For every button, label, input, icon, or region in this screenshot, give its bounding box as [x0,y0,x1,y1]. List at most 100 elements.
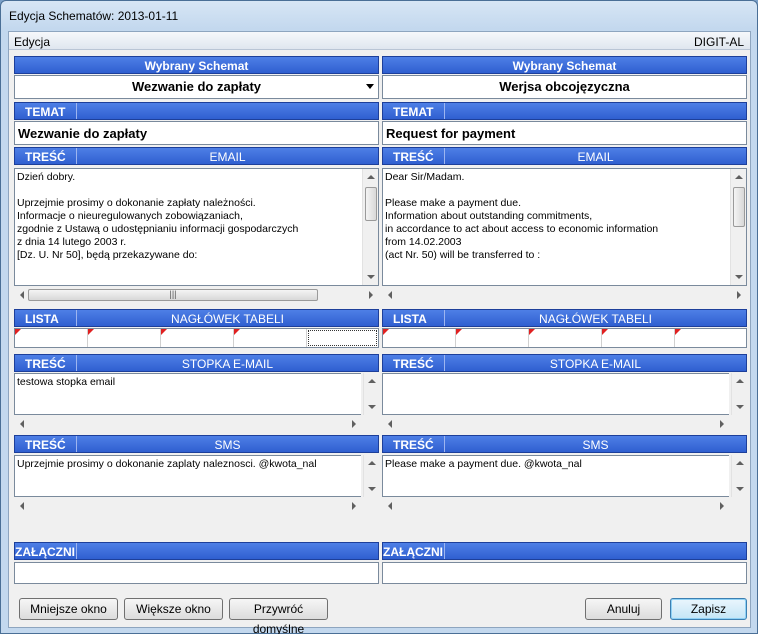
right-sms-header: TREŚĆ SMS [382,435,747,453]
left-subject-label: TEMAT [25,105,66,119]
left-attachments-header: ZAŁĄCZNI [14,542,379,560]
scroll-down-icon[interactable] [736,405,744,409]
left-footer-hscroll[interactable] [14,416,362,432]
left-subject-field[interactable]: Wezwanie do zapłaty [14,121,379,145]
scroll-right-icon[interactable] [369,291,373,299]
chevron-down-icon[interactable] [366,84,374,89]
grid-cell[interactable] [383,329,456,347]
grid-cell[interactable] [675,329,746,347]
left-attachments-field[interactable] [14,562,379,584]
cell-marker-icon [675,329,681,335]
grid-cell[interactable] [529,329,602,347]
scroll-thumb[interactable] [733,187,745,227]
right-schema-header-label: Wybrany Schemat [512,59,617,73]
scroll-right-icon[interactable] [352,502,356,510]
right-subject-header: TEMAT [382,102,747,120]
restore-defaults-button[interactable]: Przywróć domyślne [229,598,328,634]
right-table-header-grid[interactable] [382,328,747,348]
scroll-up-icon[interactable] [368,461,376,465]
grid-cell[interactable] [456,329,529,347]
save-button[interactable]: Zapisz [670,598,747,620]
right-sms-textarea[interactable]: Please make a payment due. @kwota_nal [382,455,729,497]
right-email-hscroll[interactable] [382,287,747,303]
left-footer-textarea[interactable]: testowa stopka email [14,373,361,415]
smaller-window-button[interactable]: Mniejsze okno [19,598,118,620]
window-client-area: Edycja DIGIT-AL Wybrany Schemat Wezwanie… [8,31,751,634]
right-email-body: Dear Sir/Madam. Please make a payment du… [385,171,659,261]
grid-cell[interactable] [161,329,234,347]
header-divider [444,543,445,559]
right-footer-content-label: TREŚĆ [393,357,434,371]
left-content-label: TREŚĆ [25,150,66,164]
left-email-textarea[interactable]: Dzień dobry. Uprzejmie prosimy o dokonan… [14,168,379,286]
left-list-label: LISTA [25,312,59,326]
left-sms-textarea[interactable]: Uprzejmie prosimy o dokonanie zaplaty na… [14,455,361,497]
right-sms-vscroll[interactable] [731,455,747,497]
left-email-header: TREŚĆ EMAIL [14,147,379,165]
grid-cell[interactable] [234,329,307,347]
left-footer-body: testowa stopka email [17,376,116,388]
right-footer-textarea[interactable] [382,373,729,415]
right-sms-body: Please make a payment due. @kwota_nal [385,458,582,470]
right-email-vscroll[interactable] [730,169,746,285]
left-schema-select[interactable]: Wezwanie do zapłaty [14,75,379,99]
right-sms-content-label: TREŚĆ [393,438,434,452]
larger-window-button[interactable]: Większe okno [124,598,223,620]
right-content-label: TREŚĆ [393,150,434,164]
scroll-left-icon[interactable] [388,291,392,299]
scroll-left-icon[interactable] [388,420,392,428]
right-footer-hscroll[interactable] [382,416,730,432]
left-email-hscroll[interactable]: ||| [14,287,379,303]
scroll-down-icon[interactable] [736,487,744,491]
left-footer-header: TREŚĆ STOPKA E-MAIL [14,354,379,372]
left-email-label: EMAIL [209,150,246,164]
scroll-left-icon[interactable] [388,502,392,510]
menu-edit[interactable]: Edycja [14,35,50,49]
grid-cell[interactable] [88,329,161,347]
scroll-left-icon[interactable] [20,502,24,510]
scroll-down-icon[interactable] [368,405,376,409]
right-footer-vscroll[interactable] [731,373,747,415]
left-sms-label: SMS [214,438,241,452]
cancel-button[interactable]: Anuluj [585,598,662,620]
left-table-header-grid[interactable] [14,328,379,348]
left-footer-vscroll[interactable] [363,373,379,415]
left-email-vscroll[interactable] [362,169,378,285]
scroll-up-icon[interactable] [367,175,375,179]
left-subject-value: Wezwanie do zapłaty [18,126,148,141]
header-divider [444,103,445,119]
scroll-down-icon[interactable] [367,275,375,279]
right-sms-label: SMS [582,438,609,452]
scroll-up-icon[interactable] [735,175,743,179]
scroll-right-icon[interactable] [352,420,356,428]
grid-cell[interactable] [602,329,675,347]
title-bar[interactable]: Edycja Schematów: 2013-01-11 [1,1,757,31]
scroll-right-icon[interactable] [737,291,741,299]
scroll-left-icon[interactable] [20,420,24,428]
right-sms-hscroll[interactable] [382,498,730,514]
right-schema-field[interactable]: Werjsa obcojęzyczna [382,75,747,99]
grid-cell-focused[interactable] [307,329,378,347]
left-sms-vscroll[interactable] [363,455,379,497]
scroll-up-icon[interactable] [368,379,376,383]
scroll-down-icon[interactable] [735,275,743,279]
right-subject-field[interactable]: Request for payment [382,121,747,145]
scroll-down-icon[interactable] [368,487,376,491]
scroll-thumb[interactable]: ||| [28,289,318,301]
right-subject-label: TEMAT [393,105,434,119]
scroll-right-icon[interactable] [720,502,724,510]
scroll-up-icon[interactable] [736,379,744,383]
right-list-header: LISTA NAGŁÓWEK TABELI [382,309,747,327]
scroll-thumb[interactable] [365,187,377,221]
scroll-right-icon[interactable] [720,420,724,428]
cell-marker-icon [456,329,462,335]
scroll-left-icon[interactable] [20,291,24,299]
grid-cell[interactable] [15,329,88,347]
left-sms-content-label: TREŚĆ [25,438,66,452]
right-email-textarea[interactable]: Dear Sir/Madam. Please make a payment du… [382,168,747,286]
left-sms-hscroll[interactable] [14,498,362,514]
scroll-up-icon[interactable] [736,461,744,465]
right-attachments-field[interactable] [382,562,747,584]
editor-window: Edycja Schematów: 2013-01-11 Edycja DIGI… [0,0,758,634]
right-schema-header: Wybrany Schemat [382,56,747,74]
